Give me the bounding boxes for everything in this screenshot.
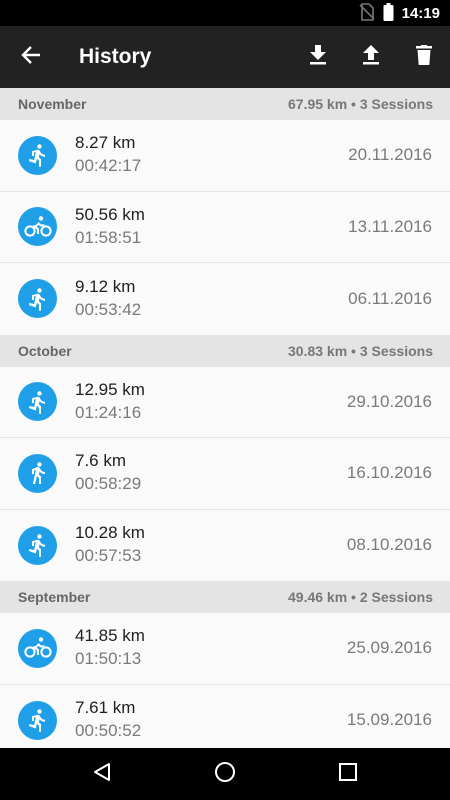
arrow-back-icon: [21, 45, 41, 70]
month-summary: 67.95 km • 3 Sessions: [288, 96, 433, 112]
session-info: 7.61 km 00:50:52: [75, 697, 347, 743]
session-duration: 01:58:51: [75, 227, 142, 247]
session-distance: 50.56 km: [75, 204, 145, 224]
month-label: October: [18, 342, 72, 359]
cycling-icon: [23, 636, 52, 660]
session-info: 10.28 km 00:57:53: [75, 522, 347, 568]
session-info: 8.27 km 00:42:17: [75, 132, 348, 178]
month-section-header: November 67.95 km • 3 Sessions: [0, 88, 450, 120]
session-info: 41.85 km 01:50:13: [75, 625, 347, 671]
history-list[interactable]: November 67.95 km • 3 Sessions 8.27 km 00:4…: [0, 88, 450, 748]
session-row[interactable]: 7.61 km 00:50:52 15.09.2016: [0, 684, 450, 748]
upload-icon: [362, 44, 380, 71]
import-button[interactable]: [291, 26, 344, 88]
session-row[interactable]: 12.95 km 01:24:16 29.10.2016: [0, 366, 450, 438]
session-row[interactable]: 10.28 km 00:57:53 08.10.2016: [0, 509, 450, 581]
month-summary: 49.46 km • 2 Sessions: [288, 589, 433, 605]
session-duration: 01:50:13: [75, 649, 142, 669]
session-row[interactable]: 8.27 km 00:42:17 20.11.2016: [0, 120, 450, 192]
export-button[interactable]: [344, 26, 397, 88]
session-group: 41.85 km 01:50:13 25.09.2016 7.61 km 00:50:5…: [0, 613, 450, 748]
session-distance: 10.28 km: [75, 523, 145, 543]
month-section-header: September 49.46 km • 2 Sessions: [0, 581, 450, 613]
session-duration: 00:57:53: [75, 546, 142, 566]
session-date: 13.11.2016: [348, 216, 432, 236]
session-duration: 00:50:52: [75, 721, 142, 741]
activity-badge: [18, 207, 57, 247]
activity-badge: [18, 279, 57, 319]
session-distance: 41.85 km: [75, 626, 145, 646]
session-duration: 00:58:29: [75, 474, 142, 494]
delete-button[interactable]: [397, 26, 450, 88]
activity-badge: [18, 453, 57, 493]
cycling-icon: [23, 215, 52, 239]
session-group: 12.95 km 01:24:16 29.10.2016 7.6 km 00:58:29…: [0, 366, 450, 581]
session-duration: 00:42:17: [75, 156, 142, 176]
session-row[interactable]: 9.12 km 00:53:42 06.11.2016: [0, 263, 450, 335]
session-date: 25.09.2016: [346, 638, 432, 658]
month-label: September: [18, 589, 91, 605]
session-distance: 9.12 km: [75, 276, 136, 296]
session-duration: 00:53:42: [75, 299, 142, 319]
session-info: 50.56 km 01:58:51: [75, 204, 348, 250]
walking-icon: [26, 461, 50, 485]
activity-badge: [18, 525, 57, 565]
session-distance: 7.6 km: [75, 451, 127, 471]
session-group: 8.27 km 00:42:17 20.11.2016 50.56 km 01:58:5…: [0, 120, 450, 335]
month-summary: 30.83 km • 3 Sessions: [288, 342, 433, 359]
circle-home-icon: [214, 761, 236, 788]
month-label: November: [18, 96, 87, 112]
session-distance: 7.61 km: [75, 698, 136, 718]
square-recents-icon: [338, 762, 358, 787]
running-icon: [26, 708, 50, 732]
activity-badge: [18, 135, 57, 175]
system-nav-bar: [0, 748, 450, 800]
download-icon: [309, 44, 327, 71]
app-bar: History: [0, 26, 450, 88]
session-info: 12.95 km 01:24:16: [75, 379, 347, 425]
page-title: History: [79, 45, 152, 68]
battery-icon: [383, 2, 394, 24]
session-date: 08.10.2016: [346, 535, 432, 555]
session-date: 29.10.2016: [346, 391, 432, 411]
status-bar: 14:19: [0, 0, 450, 26]
month-section-header: October 30.83 km • 3 Sessions: [0, 334, 450, 367]
session-info: 7.6 km 00:58:29: [75, 450, 347, 496]
running-icon: [26, 143, 50, 167]
running-icon: [26, 287, 50, 311]
trash-icon: [415, 44, 432, 70]
no-sim-icon: [359, 2, 375, 24]
session-date: 06.11.2016: [348, 288, 432, 308]
session-duration: 01:24:16: [75, 402, 142, 422]
session-date: 20.11.2016: [348, 145, 432, 165]
session-date: 16.10.2016: [346, 463, 432, 483]
session-info: 9.12 km 00:53:42: [75, 276, 348, 322]
nav-home-button[interactable]: [195, 748, 255, 800]
session-row[interactable]: 7.6 km 00:58:29 16.10.2016: [0, 438, 450, 510]
clock: 14:19: [401, 4, 440, 22]
running-icon: [26, 390, 50, 414]
session-distance: 12.95 km: [75, 379, 145, 399]
back-button[interactable]: [0, 26, 62, 88]
triangle-back-icon: [92, 762, 112, 787]
session-date: 15.09.2016: [346, 710, 432, 730]
activity-badge: [18, 382, 57, 422]
session-row[interactable]: 41.85 km 01:50:13 25.09.2016: [0, 613, 450, 685]
session-distance: 8.27 km: [75, 133, 136, 153]
activity-badge: [18, 628, 57, 668]
nav-recents-button[interactable]: [318, 748, 378, 800]
nav-back-button[interactable]: [72, 748, 132, 800]
activity-badge: [18, 700, 57, 740]
session-row[interactable]: 50.56 km 01:58:51 13.11.2016: [0, 191, 450, 263]
running-icon: [26, 533, 50, 557]
